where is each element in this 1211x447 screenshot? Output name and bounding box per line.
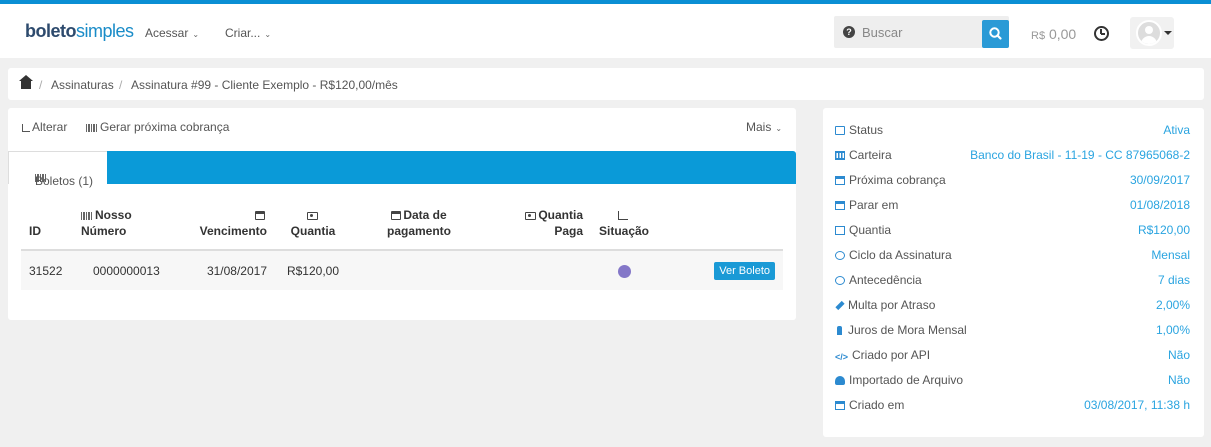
wrench-icon bbox=[835, 300, 845, 311]
cell-id: 31522 bbox=[21, 250, 73, 290]
calendar-icon bbox=[391, 211, 402, 220]
breadcrumb-separator: / bbox=[39, 78, 43, 92]
cell-vencimento: 31/08/2017 bbox=[173, 250, 275, 290]
calendar-icon bbox=[835, 176, 845, 185]
bank-icon bbox=[835, 151, 845, 160]
cash-icon bbox=[835, 226, 845, 235]
chevron-down-icon: ⌄ bbox=[264, 30, 272, 39]
barcode-icon bbox=[86, 124, 97, 132]
tabs-bar: Boletos (1) bbox=[8, 151, 796, 188]
detail-criado-api: </> Criado por API Não bbox=[835, 348, 1190, 362]
col-quantia-paga[interactable]: Quantia Paga bbox=[487, 203, 591, 251]
search-input[interactable] bbox=[862, 22, 977, 42]
home-icon[interactable] bbox=[19, 75, 33, 89]
detail-quantia: Quantia R$120,00 bbox=[835, 223, 1190, 243]
code-icon: </> bbox=[835, 352, 849, 362]
edit-icon bbox=[835, 126, 845, 135]
edit-icon bbox=[618, 211, 628, 220]
cash-icon bbox=[525, 212, 537, 220]
chevron-down-icon: ⌄ bbox=[775, 124, 783, 133]
col-data-pagamento[interactable]: Data de pagamento bbox=[351, 203, 487, 251]
cell-nosso-numero: 0000000013 bbox=[73, 250, 173, 290]
subscription-panel: Alterar Gerar próxima cobrança Mais ⌄ Bol… bbox=[8, 108, 796, 320]
detail-ciclo: Ciclo da Assinatura Mensal bbox=[835, 248, 1190, 268]
search-icon bbox=[989, 27, 1002, 40]
edit-link[interactable]: Alterar bbox=[22, 120, 67, 134]
detail-carteira: Carteira Banco do Brasil - 11-19 - CC 879… bbox=[835, 148, 1190, 168]
detail-antecedencia: Antecedência 7 dias bbox=[835, 273, 1190, 293]
col-situacao[interactable]: Situação bbox=[591, 203, 658, 251]
col-quantia[interactable]: Quantia bbox=[275, 203, 351, 251]
caret-down-icon bbox=[1164, 31, 1172, 35]
search-button[interactable] bbox=[982, 20, 1009, 48]
view-boleto-button[interactable]: Ver Boleto bbox=[714, 261, 775, 280]
col-actions bbox=[657, 203, 783, 251]
menu-acessar[interactable]: Acessar ⌄ bbox=[145, 26, 199, 40]
calendar-icon bbox=[835, 401, 845, 410]
col-vencimento[interactable]: Vencimento bbox=[173, 203, 275, 251]
breadcrumb: / Assinaturas / Assinatura #99 - Cliente… bbox=[8, 68, 1204, 100]
clock-icon bbox=[835, 276, 845, 285]
clock-icon bbox=[835, 251, 845, 260]
status-dot bbox=[617, 264, 631, 278]
cell-data-pagamento bbox=[351, 250, 487, 290]
menu-criar[interactable]: Criar... ⌄ bbox=[225, 26, 271, 40]
user-menu[interactable] bbox=[1130, 17, 1174, 49]
pushpin-icon bbox=[837, 326, 842, 335]
detail-criado-em: Criado em 03/08/2017, 11:38 h bbox=[835, 398, 1190, 418]
detail-status: Status Ativa bbox=[835, 123, 1190, 143]
detail-proxima-cobranca: Próxima cobrança 30/09/2017 bbox=[835, 173, 1190, 193]
cell-situacao bbox=[591, 250, 658, 290]
calendar-icon bbox=[255, 211, 265, 220]
balance[interactable]: R$ 0,00 bbox=[1031, 26, 1076, 42]
detail-multa: Multa por Atraso 2,00% bbox=[835, 298, 1190, 318]
table-row[interactable]: 31522 0000000013 31/08/2017 R$120,00 Ver… bbox=[21, 250, 783, 290]
tab-boletos[interactable]: Boletos (1) bbox=[8, 151, 107, 188]
avatar bbox=[1136, 20, 1162, 46]
cash-icon bbox=[306, 212, 318, 220]
barcode-icon bbox=[81, 212, 92, 220]
question-icon[interactable]: ? bbox=[843, 26, 855, 38]
cell-actions: Ver Boleto bbox=[657, 250, 783, 290]
chevron-down-icon: ⌄ bbox=[192, 30, 200, 39]
boletos-table: ID Nosso Número Vencimento Quantia Data d… bbox=[21, 203, 783, 290]
breadcrumb-separator: / bbox=[119, 78, 123, 92]
col-id[interactable]: ID bbox=[21, 203, 73, 251]
detail-importado: Importado de Arquivo Não bbox=[835, 373, 1190, 393]
cloud-upload-icon bbox=[835, 376, 845, 385]
breadcrumb-current: Assinatura #99 - Cliente Exemplo - R$120… bbox=[131, 78, 398, 92]
more-dropdown[interactable]: Mais ⌄ bbox=[746, 120, 782, 134]
clock-icon[interactable] bbox=[1094, 26, 1109, 41]
cell-quantia: R$120,00 bbox=[275, 250, 351, 290]
cell-quantia-paga bbox=[487, 250, 591, 290]
details-panel: Status Ativa Carteira Banco do Brasil - 11… bbox=[823, 108, 1204, 437]
pencil-icon bbox=[22, 124, 30, 132]
col-nosso-numero[interactable]: Nosso Número bbox=[73, 203, 173, 251]
generate-next-charge-link[interactable]: Gerar próxima cobrança bbox=[86, 120, 229, 134]
calendar-icon bbox=[835, 201, 845, 210]
detail-juros: Juros de Mora Mensal 1,00% bbox=[835, 323, 1190, 343]
navbar: boletosimples Acessar⌄ Criar...⌄ ? R$ 0,… bbox=[0, 4, 1211, 58]
detail-parar-em: Parar em 01/08/2018 bbox=[835, 198, 1190, 218]
logo[interactable]: boletosimples bbox=[25, 21, 134, 42]
breadcrumb-assinaturas[interactable]: Assinaturas bbox=[51, 78, 114, 92]
